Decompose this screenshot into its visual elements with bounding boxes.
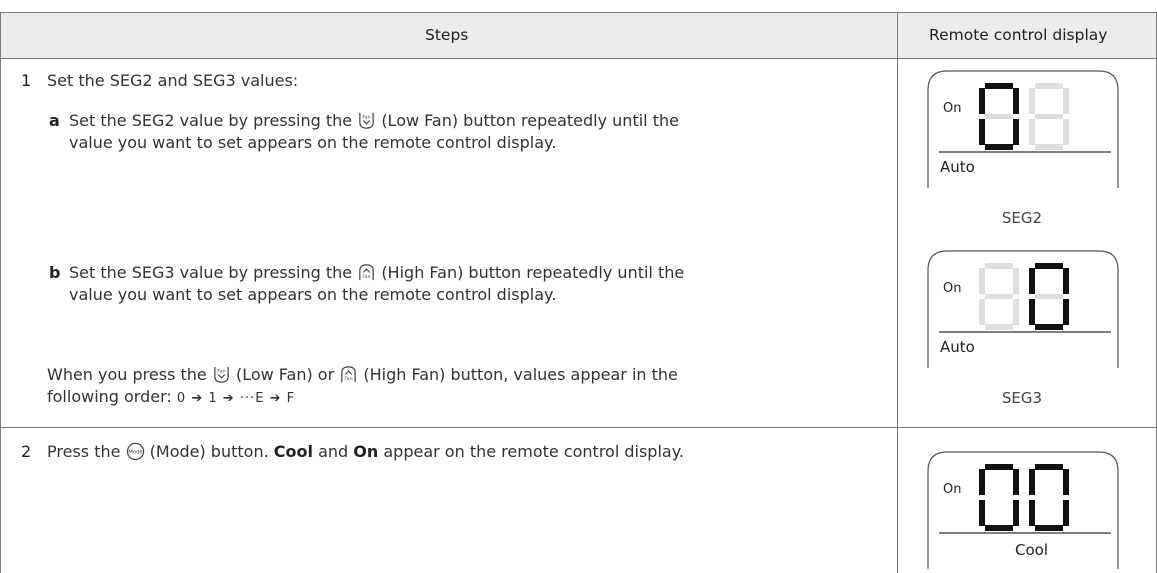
lcd-digit-1-inactive xyxy=(979,263,1019,330)
high-fan-icon: Fan xyxy=(359,264,374,280)
substep-letter-a: a xyxy=(49,111,60,130)
lcd-display-step2: On Cool xyxy=(927,451,1119,569)
order-note-pre: When you press the xyxy=(47,365,207,384)
seq-arrow: ➔ xyxy=(191,391,204,406)
seq-value-1: 1 xyxy=(208,391,218,406)
low-fan-icon: Fan xyxy=(359,112,374,129)
order-note-line2-text: following order: xyxy=(47,387,172,406)
order-note-line1: When you press the Fan (Low Fan) or Fan … xyxy=(47,364,678,386)
substep-a-line2: value you want to set appears on the rem… xyxy=(69,133,557,152)
lcd-on-label: On xyxy=(943,482,961,497)
lcd-display-seg3: On Auto xyxy=(927,250,1119,368)
step2-text: Press the Mode (Mode) button. Cool and O… xyxy=(47,441,684,463)
table-top-border xyxy=(0,12,1157,13)
lcd-digit-1-active xyxy=(979,464,1019,531)
seq-value-e: E xyxy=(255,391,265,406)
lcd-on-label: On xyxy=(943,101,961,116)
seq-ellipsis: ··· xyxy=(239,391,256,406)
instructions-table: Steps Remote control display 1 Set the S… xyxy=(0,0,1157,573)
substep-a-text-post: (Low Fan) button repeatedly until the xyxy=(381,111,679,130)
step1-title: Set the SEG2 and SEG3 values: xyxy=(47,71,299,90)
mode-icon: Mode xyxy=(126,442,144,461)
seq-arrow: ➔ xyxy=(222,391,235,406)
caption-seg2: SEG2 xyxy=(1001,209,1043,227)
substep-letter-b: b xyxy=(49,263,61,282)
header-remote-display: Remote control display xyxy=(929,26,1108,44)
lcd-mode-label: Auto xyxy=(940,158,975,176)
order-note-line2: following order: 0 ➔ 1 ➔ ···E ➔ F xyxy=(47,386,295,410)
svg-text:Mode: Mode xyxy=(128,449,142,455)
substep-b-line1: Set the SEG3 value by pressing the Fan (… xyxy=(69,262,684,284)
step-number-1: 1 xyxy=(21,71,32,90)
low-fan-icon: Fan xyxy=(214,366,229,383)
step2-text-pre: Press the xyxy=(47,442,121,461)
lcd-on-label: On xyxy=(943,281,961,296)
lcd-digit-1-active xyxy=(979,83,1019,150)
substep-a-line1: Set the SEG2 value by pressing the Fan (… xyxy=(69,110,679,132)
column-divider xyxy=(897,12,898,573)
seq-value-f: F xyxy=(286,391,296,406)
lcd-digit-2-inactive xyxy=(1029,83,1069,150)
table-left-border xyxy=(0,12,1,573)
high-fan-icon: Fan xyxy=(341,366,357,382)
lcd-digit-2-active xyxy=(1029,263,1069,330)
seq-value-0: 0 xyxy=(176,391,187,406)
step2-text-post: appear on the remote control display. xyxy=(383,442,684,461)
svg-text:Fan: Fan xyxy=(345,376,353,382)
lcd-mode-label: Cool xyxy=(1015,541,1048,559)
lcd-digit-2-active xyxy=(1029,464,1069,531)
step2-and: and xyxy=(318,442,349,461)
step2-cool-bold: Cool xyxy=(273,442,313,461)
header-steps: Steps xyxy=(425,26,469,44)
step2-on-bold: On xyxy=(353,442,379,461)
step2-text-mid: (Mode) button. xyxy=(149,442,269,461)
substep-a-text-pre: Set the SEG2 value by pressing the xyxy=(69,111,353,130)
lcd-display-seg2: On Auto xyxy=(927,70,1119,188)
lcd-mode-label: Auto xyxy=(940,338,975,356)
header-divider xyxy=(0,58,1157,59)
value-sequence: 0 ➔ 1 ➔ ···E ➔ F xyxy=(177,391,295,406)
seq-arrow: ➔ xyxy=(269,391,282,406)
substep-b-text-pre: Set the SEG3 value by pressing the xyxy=(69,263,353,282)
order-note-mid: (Low Fan) or xyxy=(235,365,335,384)
step-number-2: 2 xyxy=(21,442,32,461)
row-divider xyxy=(0,427,1157,428)
caption-seg3: SEG3 xyxy=(1001,389,1043,407)
svg-text:Fan: Fan xyxy=(217,369,225,375)
svg-text:Fan: Fan xyxy=(363,274,371,280)
substep-b-line2: value you want to set appears on the rem… xyxy=(69,285,557,304)
order-note-post: (High Fan) button, values appear in the xyxy=(363,365,678,384)
substep-b-text-post: (High Fan) button repeatedly until the xyxy=(381,263,685,282)
svg-text:Fan: Fan xyxy=(363,115,371,121)
